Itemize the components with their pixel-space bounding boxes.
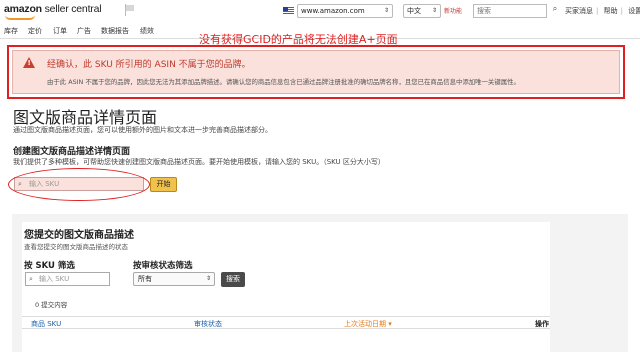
column-header-last-activity[interactable]: 上次活动日期 ▾ xyxy=(344,319,392,329)
language-select[interactable]: 中文 ⇕ xyxy=(403,4,441,18)
top-bar: amazon seller central www.amazon.com ⇕ 中文… xyxy=(0,0,640,22)
filter-sku-label: 按 SKU 筛选 xyxy=(24,261,75,271)
create-section-title: 创建图文版商品描述详情页面 xyxy=(13,147,131,157)
nav-inventory[interactable]: 库存 xyxy=(4,26,18,36)
filter-status-select[interactable]: 所有 ⇕ xyxy=(133,272,215,286)
chevron-down-icon: ⇕ xyxy=(383,7,389,14)
nav-advertising[interactable]: 广告 xyxy=(77,26,91,36)
column-header-status[interactable]: 审核状态 xyxy=(194,319,222,329)
submitted-subtitle: 查看您提交的图文版商品描述的状态 xyxy=(24,243,128,251)
search-icon[interactable]: ⌕ xyxy=(549,4,561,18)
search-button[interactable]: 搜索 xyxy=(221,272,245,287)
search-icon: ⌕ xyxy=(29,275,33,283)
warning-icon: ! xyxy=(23,57,35,68)
us-flag-icon xyxy=(283,7,294,14)
error-title: 经确认，此 SKU 所引用的 ASIN 不属于您的品牌。 xyxy=(47,60,251,70)
chevron-down-icon: ⇕ xyxy=(205,275,211,282)
table-header xyxy=(22,316,550,329)
sort-desc-icon: ▾ xyxy=(388,320,392,328)
flag-icon[interactable] xyxy=(124,4,135,16)
marketplace-select[interactable]: www.amazon.com ⇕ xyxy=(297,4,393,18)
filter-status-label: 按审核状态筛选 xyxy=(133,261,193,271)
annotation-circle xyxy=(8,168,150,201)
search-input[interactable] xyxy=(473,4,547,18)
nav-pricing[interactable]: 定价 xyxy=(28,26,42,36)
top-links: 买家消息 | 帮助 | 设置 xyxy=(565,6,640,16)
amazon-seller-central-logo[interactable]: amazon seller central xyxy=(4,3,102,20)
nav-orders[interactable]: 订单 xyxy=(53,26,67,36)
buyer-messages-link[interactable]: 买家消息 xyxy=(565,7,593,15)
filter-sku-input[interactable]: ⌕ 输入 SKU xyxy=(25,272,110,286)
chevron-down-icon: ⇕ xyxy=(431,7,437,14)
page-subtitle: 通过图文版商品描述页面，您可以使用额外的图片和文本进一步完善商品描述部分。 xyxy=(13,126,272,134)
submission-count: 0 提交内容 xyxy=(35,301,68,309)
nav-reports[interactable]: 数据报告 xyxy=(101,26,129,36)
submitted-title: 您提交的图文版商品描述 xyxy=(24,230,134,241)
help-link[interactable]: 帮助 xyxy=(604,7,618,15)
create-section-description: 我们提供了多种模板，可帮助您快速创建图文版商品描述页面。要开始使用模板，请输入您… xyxy=(13,158,385,166)
error-description: 由于此 ASIN 不属于您的品牌，因此您无法为其添加品牌描述。请确认您的商品信息… xyxy=(47,78,520,86)
column-header-sku[interactable]: 商品 SKU xyxy=(31,319,61,329)
settings-link[interactable]: 设置 xyxy=(628,7,640,15)
column-header-actions: 操作 xyxy=(535,320,549,328)
start-button[interactable]: 开始 xyxy=(150,177,177,192)
new-feature-badge[interactable]: 新功能 xyxy=(444,6,462,15)
nav-performance[interactable]: 绩效 xyxy=(140,26,154,36)
